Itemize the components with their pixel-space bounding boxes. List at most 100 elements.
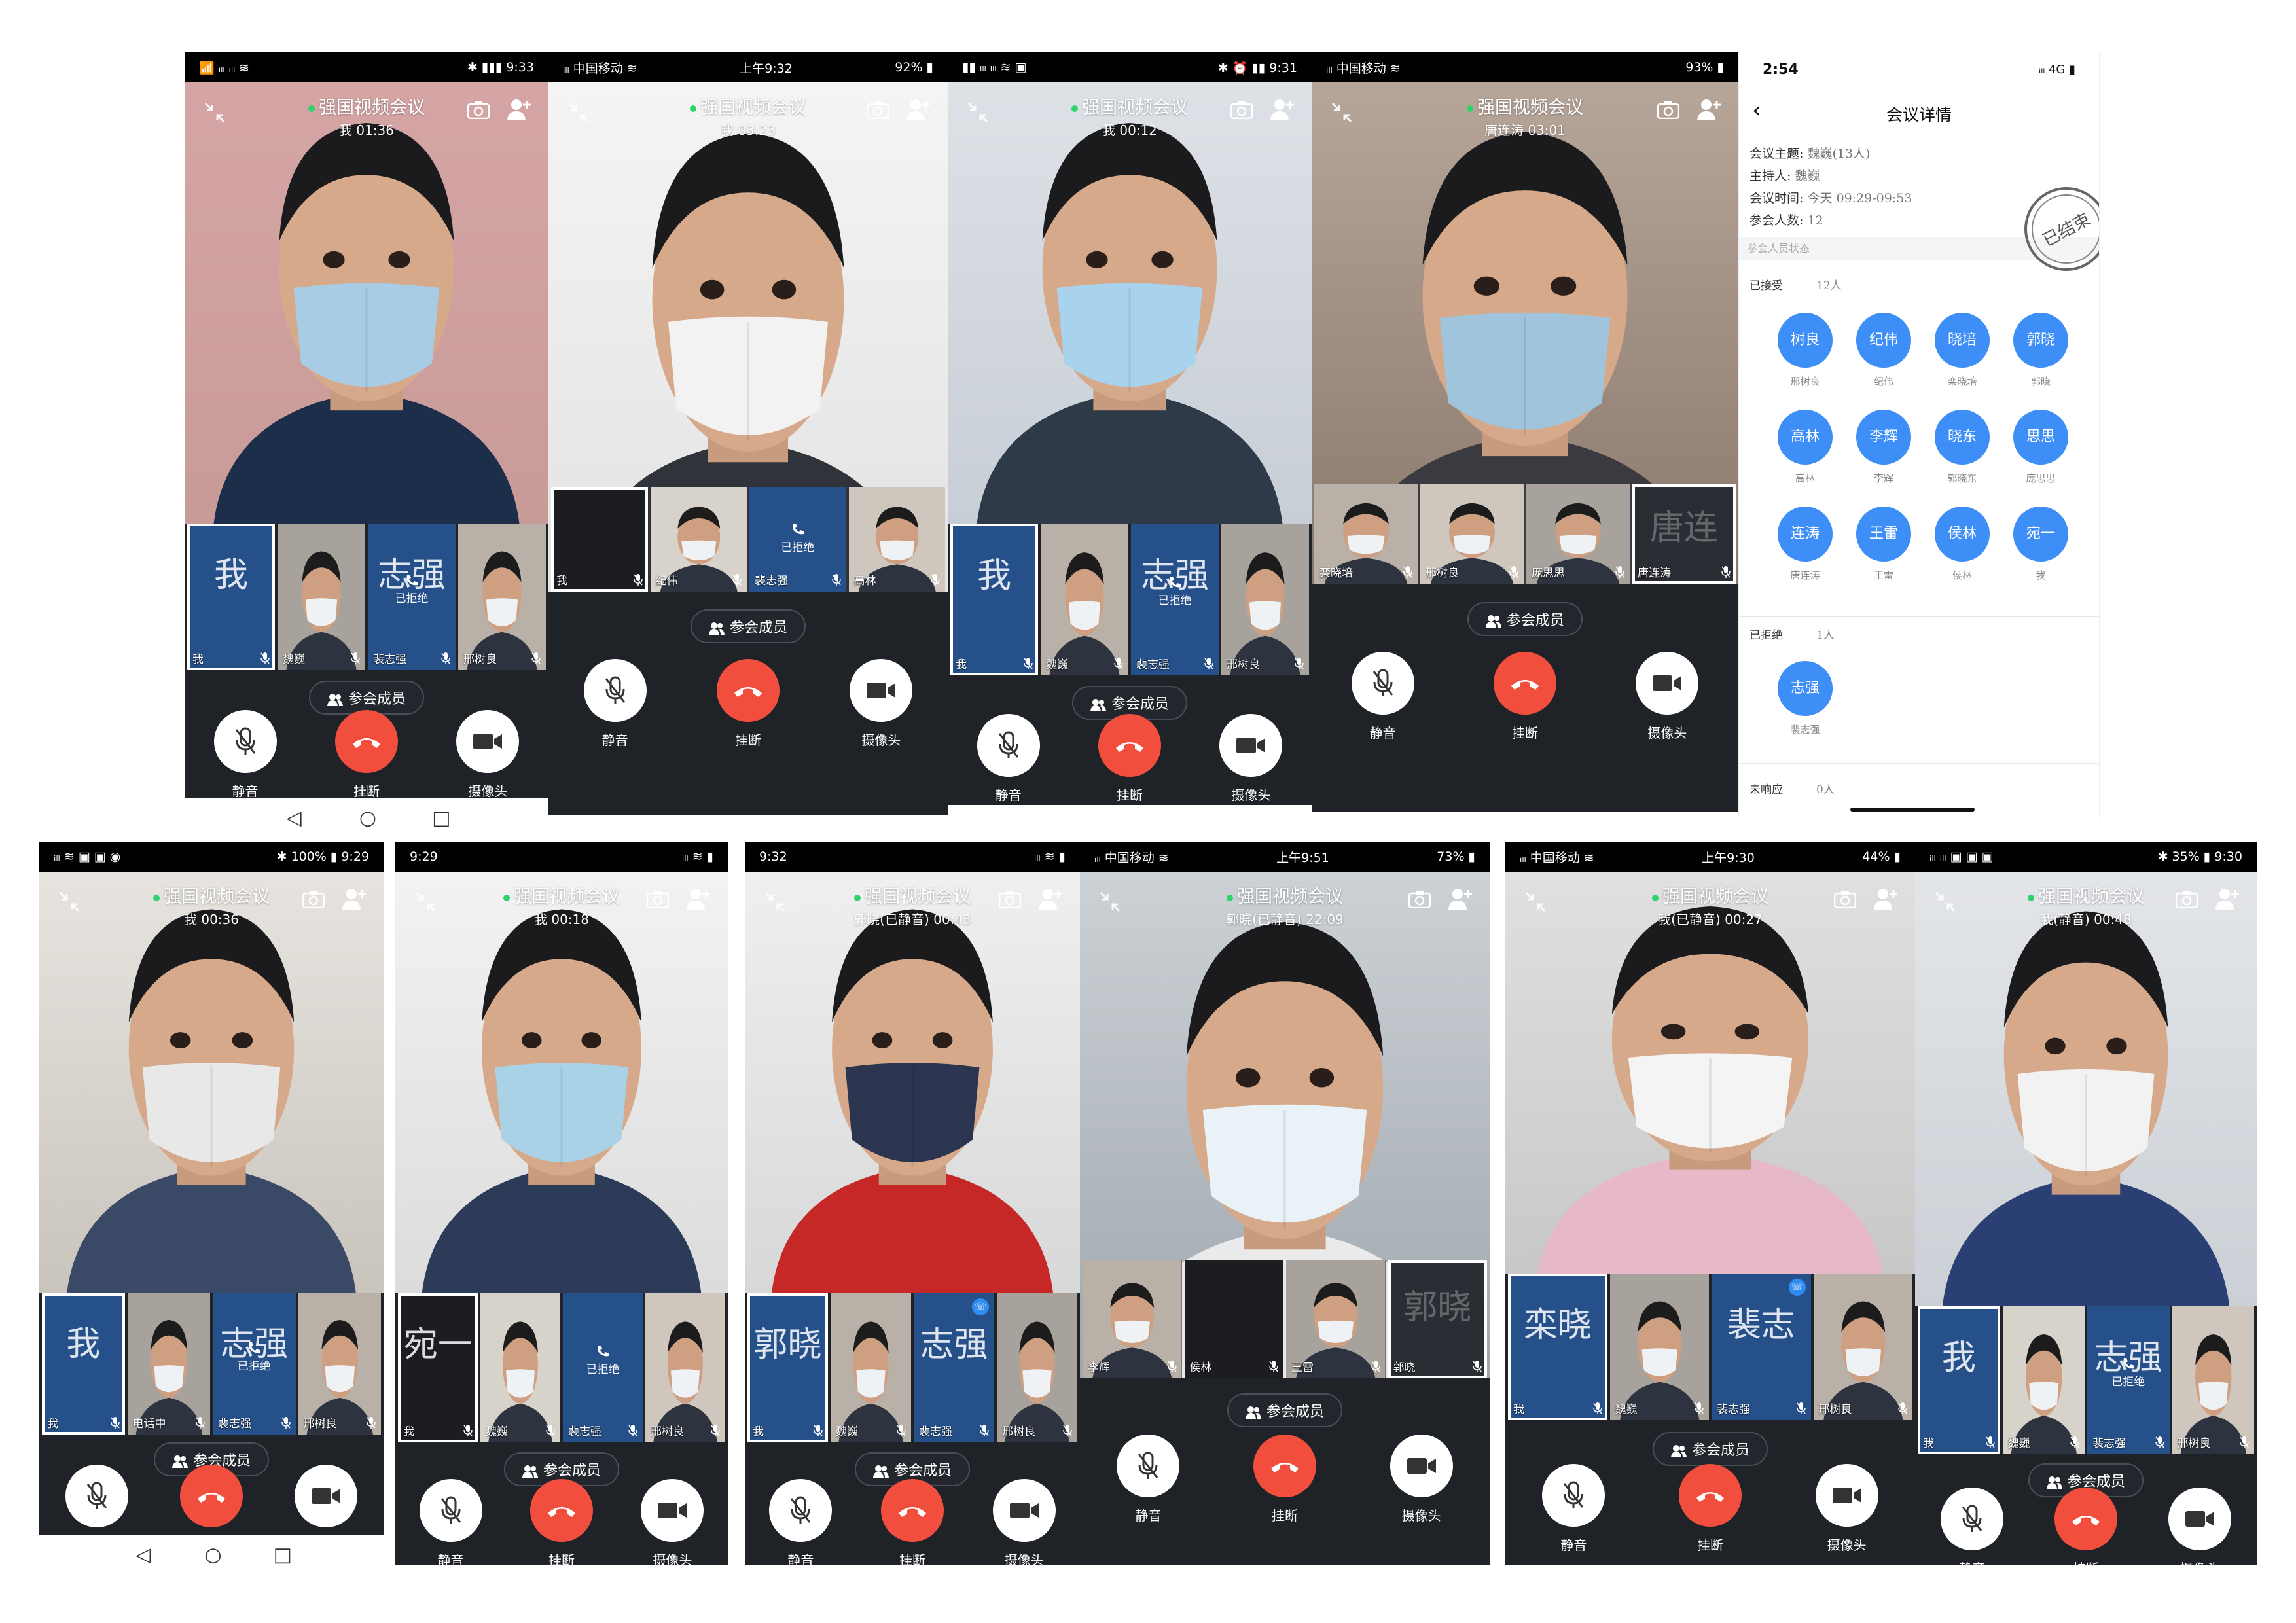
participant-thumbnail[interactable]: 邢树良 [1221,524,1309,675]
participant-thumbnail[interactable]: 志强 已拒绝 裴志强 [213,1293,296,1435]
camera-button[interactable]: 摄像头 [2161,1488,2239,1565]
attendee-item[interactable]: 高林 高林 [1776,410,1835,485]
participant-thumbnail[interactable]: 邢树良 [645,1293,725,1442]
mute-button[interactable]: 静音 [58,1465,136,1535]
hangup-button[interactable]: 挂断 [1486,652,1564,741]
hangup-button[interactable]: 挂断 [873,1479,952,1565]
attendee-item[interactable]: 纪伟 纪伟 [1854,313,1913,388]
switch-camera-icon[interactable] [998,890,1022,909]
nav-recent-icon[interactable]: □ [432,807,450,830]
participant-thumbnail[interactable]: 裴志 ☏ 裴志强 [1712,1274,1811,1420]
participant-thumbnail[interactable]: 李辉 [1083,1260,1182,1378]
switch-camera-icon[interactable] [302,890,325,909]
members-button[interactable]: 参会成员 [1227,1393,1343,1427]
participant-thumbnail[interactable]: 郭晓 郭晓 [1388,1260,1487,1378]
participant-thumbnail[interactable]: 栾晓我 [1508,1274,1607,1420]
attendee-item[interactable]: 树良 邢树良 [1776,313,1835,388]
participant-thumbnail[interactable]: 魏巍 [480,1293,560,1442]
add-user-icon[interactable] [1873,887,1898,910]
add-user-icon[interactable] [507,98,531,120]
switch-camera-icon[interactable] [646,890,670,909]
participant-thumbnail[interactable]: 邢树良 [458,524,546,670]
participant-thumbnail[interactable]: 志强 已拒绝 裴志强 [2087,1306,2170,1454]
mute-button[interactable]: 静音 [576,659,655,749]
add-user-icon[interactable] [1038,887,1063,910]
participant-thumbnail[interactable]: 魏巍 [278,524,365,670]
participant-thumbnail[interactable]: 我我 [42,1293,125,1435]
switch-camera-icon[interactable] [467,101,490,120]
camera-button[interactable]: 摄像头 [1808,1464,1886,1554]
attendee-item[interactable]: 志强 裴志强 [1776,661,1835,736]
mute-button[interactable]: 静音 [1109,1435,1187,1524]
participant-thumbnail[interactable]: 王雷 [1286,1260,1386,1378]
participant-thumbnail[interactable]: 我我 [1918,1306,2000,1454]
camera-button[interactable]: 摄像头 [287,1465,365,1535]
switch-camera-icon[interactable] [2175,890,2198,909]
participant-thumbnail[interactable]: 志强 ☏ 裴志强 [914,1293,994,1442]
attendee-item[interactable]: 宛一 我 [2011,507,2070,582]
hangup-button[interactable]: 挂断 [172,1465,251,1535]
participant-thumbnail[interactable]: 高林 [848,487,945,592]
participant-thumbnail[interactable]: 魏巍 [831,1293,911,1442]
participant-thumbnail[interactable]: 魏巍 [1609,1274,1709,1420]
add-user-icon[interactable] [1270,98,1295,120]
participant-thumbnail[interactable]: 邢树良 [997,1293,1077,1442]
nav-back-icon[interactable]: ◁ [287,807,302,830]
camera-button[interactable]: 摄像头 [633,1479,711,1565]
camera-button[interactable]: 摄像头 [1382,1435,1461,1524]
participant-thumbnail[interactable]: 庞思思 [1526,484,1630,584]
switch-camera-icon[interactable] [1833,890,1857,909]
mute-button[interactable]: 静音 [412,1479,490,1565]
participant-thumbnail[interactable]: 电话中 [127,1293,210,1435]
hangup-button[interactable]: 挂断 [1090,714,1169,804]
add-user-icon[interactable] [2215,887,2240,910]
participant-thumbnail[interactable]: 已拒绝 裴志强 [749,487,846,592]
nav-home-icon[interactable]: ○ [359,807,376,830]
nav-home-icon[interactable]: ○ [204,1544,221,1567]
camera-button[interactable]: 摄像头 [985,1479,1064,1565]
mute-button[interactable]: 静音 [1344,652,1422,741]
hangup-button[interactable]: 挂断 [2047,1488,2125,1565]
participant-thumbnail[interactable]: 邢树良 [298,1293,381,1435]
participant-thumbnail[interactable]: 邢树良 [1813,1274,1912,1420]
attendee-item[interactable]: 侯林 侯林 [1933,507,1992,582]
mute-button[interactable]: 静音 [1534,1464,1613,1554]
mute-button[interactable]: 静音 [1933,1488,2011,1565]
members-button[interactable]: 参会成员 [1652,1432,1768,1466]
hangup-button[interactable]: 挂断 [327,710,406,800]
add-user-icon[interactable] [1448,887,1473,910]
participant-thumbnail[interactable]: 志强 已拒绝 裴志强 [1131,524,1219,675]
participant-thumbnail[interactable]: 栾晓培 [1314,484,1418,584]
participant-thumbnail[interactable]: 我我 [187,524,275,670]
nav-recent-icon[interactable]: □ [274,1544,292,1567]
switch-camera-icon[interactable] [866,101,889,120]
attendee-item[interactable]: 王雷 王雷 [1854,507,1913,582]
camera-button[interactable]: 摄像头 [842,659,920,749]
add-user-icon[interactable] [342,887,367,910]
participant-thumbnail[interactable]: 郭晓我 [747,1293,828,1442]
participant-thumbnail[interactable]: 我我 [950,524,1038,675]
participant-thumbnail[interactable]: 纪伟 [650,487,747,592]
attendee-item[interactable]: 晓培 栾晓培 [1933,313,1992,388]
members-button[interactable]: 参会成员 [690,609,806,643]
switch-camera-icon[interactable] [1408,890,1431,909]
attendee-item[interactable]: 晓东 郭晓东 [1933,410,1992,485]
participant-thumbnail[interactable]: 我 [551,487,648,592]
participant-thumbnail[interactable]: 邢树良 [2172,1306,2254,1454]
switch-camera-icon[interactable] [1657,101,1680,120]
participant-thumbnail[interactable]: 唐连 唐连涛 [1632,484,1736,584]
members-button[interactable]: 参会成员 [1467,602,1583,636]
mute-button[interactable]: 静音 [206,710,285,800]
home-indicator[interactable] [1850,808,1975,812]
mute-button[interactable]: 静音 [969,714,1048,804]
hangup-button[interactable]: 挂断 [1246,1435,1324,1524]
attendee-item[interactable]: 郭晓 郭晓 [2011,313,2070,388]
participant-thumbnail[interactable]: 宛一我 [398,1293,478,1442]
hangup-button[interactable]: 挂断 [522,1479,601,1565]
hangup-button[interactable]: 挂断 [709,659,787,749]
participant-thumbnail[interactable]: 已拒绝 裴志强 [563,1293,643,1442]
add-user-icon[interactable] [686,887,711,910]
participant-thumbnail[interactable]: 魏巍 [2002,1306,2085,1454]
attendee-item[interactable]: 李辉 李辉 [1854,410,1913,485]
participant-thumbnail[interactable]: 侯林 [1184,1260,1283,1378]
